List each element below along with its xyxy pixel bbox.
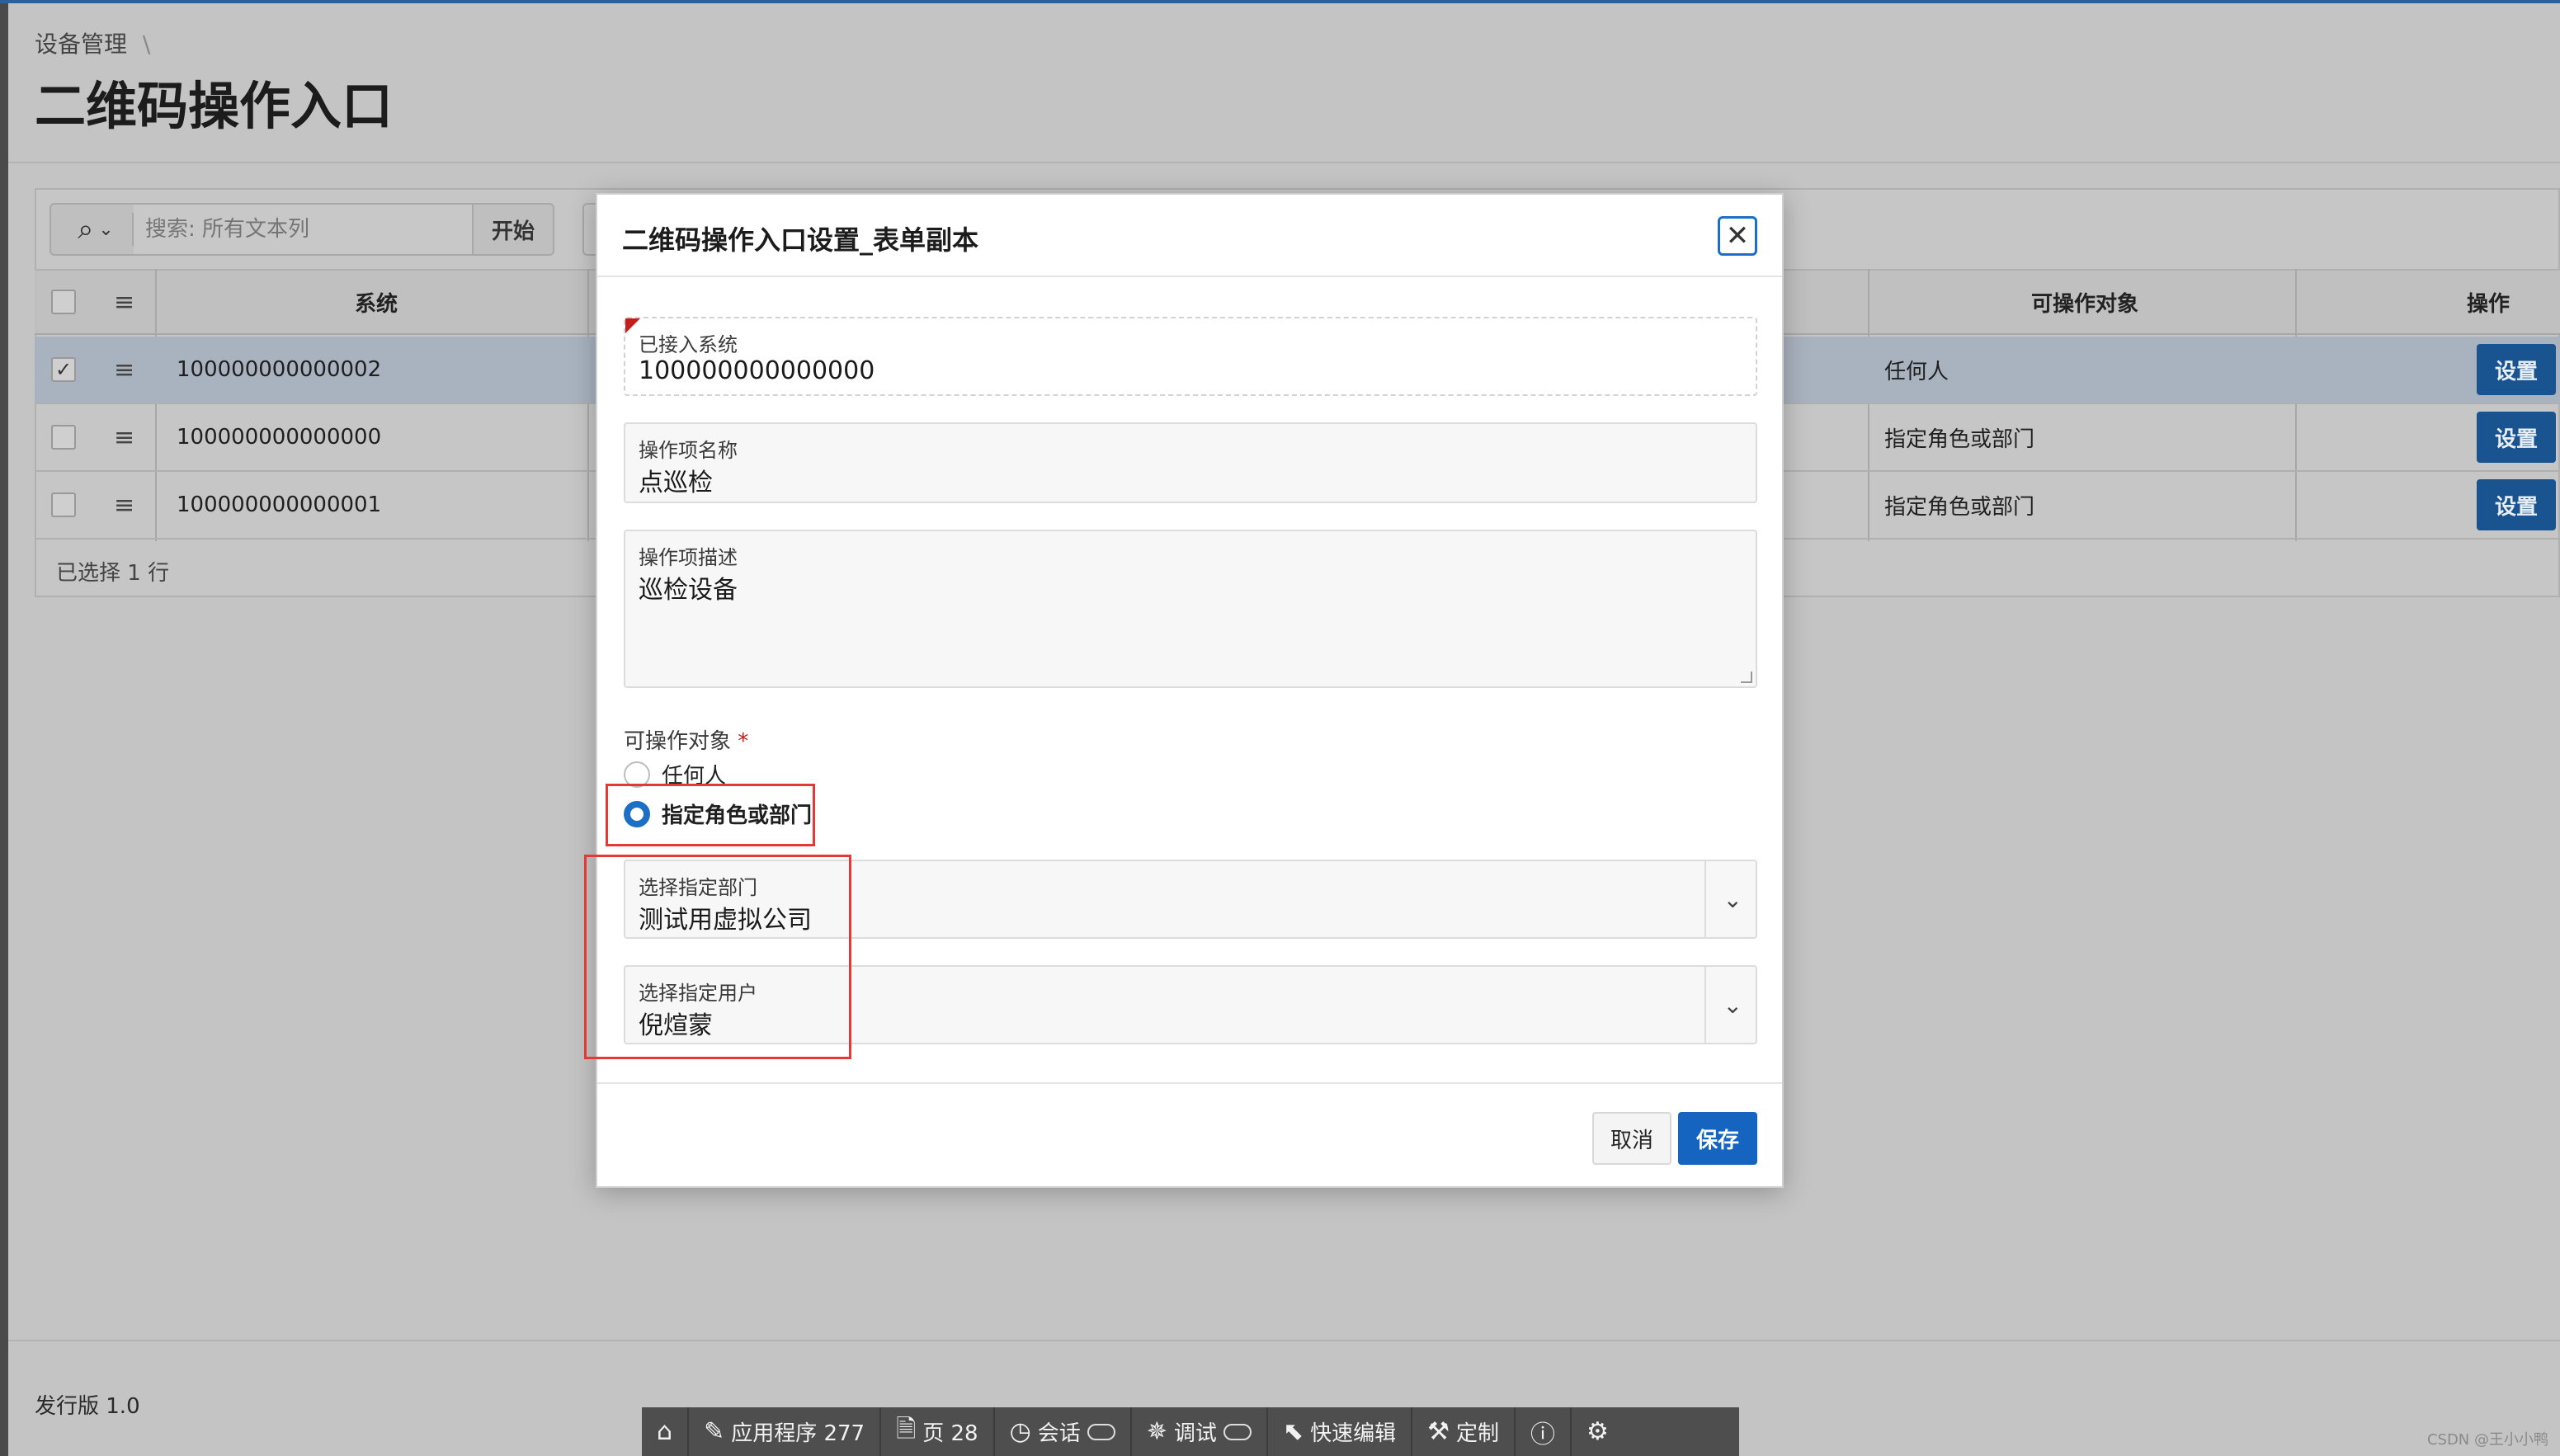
row-menu-icon[interactable]: ≡ <box>114 356 134 384</box>
chevron-down-icon: ⌄ <box>98 219 114 240</box>
search-column-menu[interactable]: ⌕ ⌄ <box>59 213 134 246</box>
cell-target: 指定角色或部门 <box>1884 494 2035 520</box>
row-settings-button[interactable]: 设置 <box>2477 412 2556 463</box>
target-label-text: 可操作对象 <box>624 729 732 754</box>
cell-target: 指定角色或部门 <box>1884 426 2035 452</box>
annotation-box-selects <box>584 855 851 1059</box>
column-header-action[interactable]: 操作 <box>2467 287 2510 318</box>
dev-session-button[interactable]: ◷ 会话 <box>995 1407 1132 1456</box>
edit-icon: ✎ <box>704 1417 725 1446</box>
page-title: 二维码操作入口 <box>35 76 394 136</box>
save-button[interactable]: 保存 <box>1678 1112 1757 1165</box>
system-field: 已接入系统 100000000000000 <box>624 317 1757 396</box>
cell-system: 100000000000002 <box>177 357 382 382</box>
row-menu-header-icon: ≡ <box>114 287 135 317</box>
session-toggle[interactable] <box>1087 1423 1115 1440</box>
row-checkbox[interactable]: ✓ <box>51 357 76 382</box>
debug-toggle[interactable] <box>1223 1423 1252 1440</box>
paint-roller-icon: ⚒ <box>1427 1417 1450 1446</box>
row-menu-icon[interactable]: ≡ <box>114 491 134 520</box>
debug-icon: ✵ <box>1146 1417 1167 1446</box>
dev-application-button[interactable]: ✎ 应用程序 277 <box>689 1407 882 1456</box>
dev-quick-edit-label: 快速编辑 <box>1310 1421 1397 1446</box>
close-button[interactable]: ✕ <box>1718 216 1757 256</box>
row-settings-button[interactable]: 设置 <box>2477 344 2556 395</box>
select-all-checkbox[interactable] <box>51 290 76 314</box>
name-field-value[interactable]: 点巡检 <box>639 462 713 498</box>
dev-customize-button[interactable]: ⚒ 定制 <box>1412 1407 1516 1456</box>
cancel-button[interactable]: 取消 <box>1592 1112 1671 1165</box>
left-edge <box>0 3 8 1456</box>
breadcrumb-item-device-management[interactable]: 设备管理 <box>35 31 127 58</box>
dev-session-label: 会话 <box>1037 1421 1081 1446</box>
row-menu-icon[interactable]: ≡ <box>114 423 134 452</box>
name-field-label: 操作项名称 <box>639 439 738 462</box>
gear-icon: ⚙ <box>1586 1417 1609 1446</box>
target-group-label: 可操作对象 * <box>624 724 748 755</box>
session-icon: ◷ <box>1009 1417 1031 1446</box>
dev-home-button[interactable]: ⌂ <box>642 1407 690 1456</box>
close-icon: ✕ <box>1725 219 1750 252</box>
breadcrumb: 设备管理 \ <box>35 26 150 59</box>
release-version: 发行版 1.0 <box>35 1394 140 1419</box>
grid-toolbar: ⌕ ⌄ 开始 <box>50 203 554 256</box>
dev-settings-button[interactable]: ⚙ <box>1572 1407 1624 1456</box>
cell-target: 任何人 <box>1884 359 1949 384</box>
dev-info-button[interactable]: ⓘ <box>1516 1407 1572 1456</box>
modal-header-divider <box>597 276 1782 277</box>
page-icon: 🗎 <box>896 1415 917 1444</box>
chevron-down-icon[interactable]: ⌄ <box>1723 992 1742 1019</box>
dev-quick-edit-button[interactable]: ⬉ 快速编辑 <box>1268 1407 1413 1456</box>
select-divider <box>1704 861 1706 937</box>
column-header-system[interactable]: 系统 <box>355 287 398 318</box>
quick-edit-icon: ⬉ <box>1282 1417 1304 1446</box>
name-field[interactable]: 操作项名称 点巡检 <box>624 422 1757 503</box>
dev-debug-label: 调试 <box>1173 1421 1217 1446</box>
home-icon: ⌂ <box>657 1417 673 1446</box>
system-field-value: 100000000000000 <box>639 356 875 385</box>
row-checkbox[interactable] <box>51 425 76 450</box>
modal-footer-divider <box>597 1082 1782 1084</box>
top-accent-line <box>0 0 2560 3</box>
developer-toolbar: ⌂ ✎ 应用程序 277 🗎 页 28 ◷ 会话 ✵ 调试 ⬉ 快速编辑 ⚒ 定制 ⓘ ⚙ <box>642 1407 1739 1456</box>
dev-application-label: 应用程序 277 <box>731 1421 865 1446</box>
row-checkbox[interactable] <box>51 492 76 517</box>
description-textarea[interactable]: 操作项描述 巡检设备 <box>624 530 1757 688</box>
column-header-target[interactable]: 可操作对象 <box>2031 287 2138 318</box>
row-settings-button[interactable]: 设置 <box>2477 479 2556 530</box>
resize-handle[interactable] <box>1741 671 1752 683</box>
title-divider <box>8 162 2560 163</box>
select-divider <box>1704 967 1706 1043</box>
go-button[interactable]: 开始 <box>472 205 553 254</box>
description-label: 操作项描述 <box>639 546 738 569</box>
search-input[interactable] <box>134 205 472 254</box>
dev-page-button[interactable]: 🗎 页 28 <box>881 1407 995 1456</box>
dev-customize-label: 定制 <box>1456 1421 1500 1446</box>
description-value[interactable]: 巡检设备 <box>639 569 738 605</box>
info-icon: ⓘ <box>1530 1420 1556 1449</box>
annotation-box-radio <box>606 784 815 846</box>
modal-title: 二维码操作入口设置_表单副本 <box>622 224 979 256</box>
cell-system: 100000000000001 <box>177 492 382 517</box>
footer-divider <box>8 1340 2560 1341</box>
watermark: CSDN @王小小鸭 <box>2426 1431 2548 1449</box>
search-icon: ⌕ <box>78 213 94 246</box>
cell-system: 100000000000000 <box>177 425 382 450</box>
dev-debug-button[interactable]: ✵ 调试 <box>1132 1407 1268 1456</box>
required-asterisk: * <box>738 729 749 754</box>
system-field-label: 已接入系统 <box>639 333 738 356</box>
grid-selection-count: 已选择 1 行 <box>56 561 170 586</box>
dev-page-label: 页 28 <box>922 1421 978 1446</box>
chevron-down-icon[interactable]: ⌄ <box>1723 886 1742 913</box>
breadcrumb-separator: \ <box>142 31 151 58</box>
